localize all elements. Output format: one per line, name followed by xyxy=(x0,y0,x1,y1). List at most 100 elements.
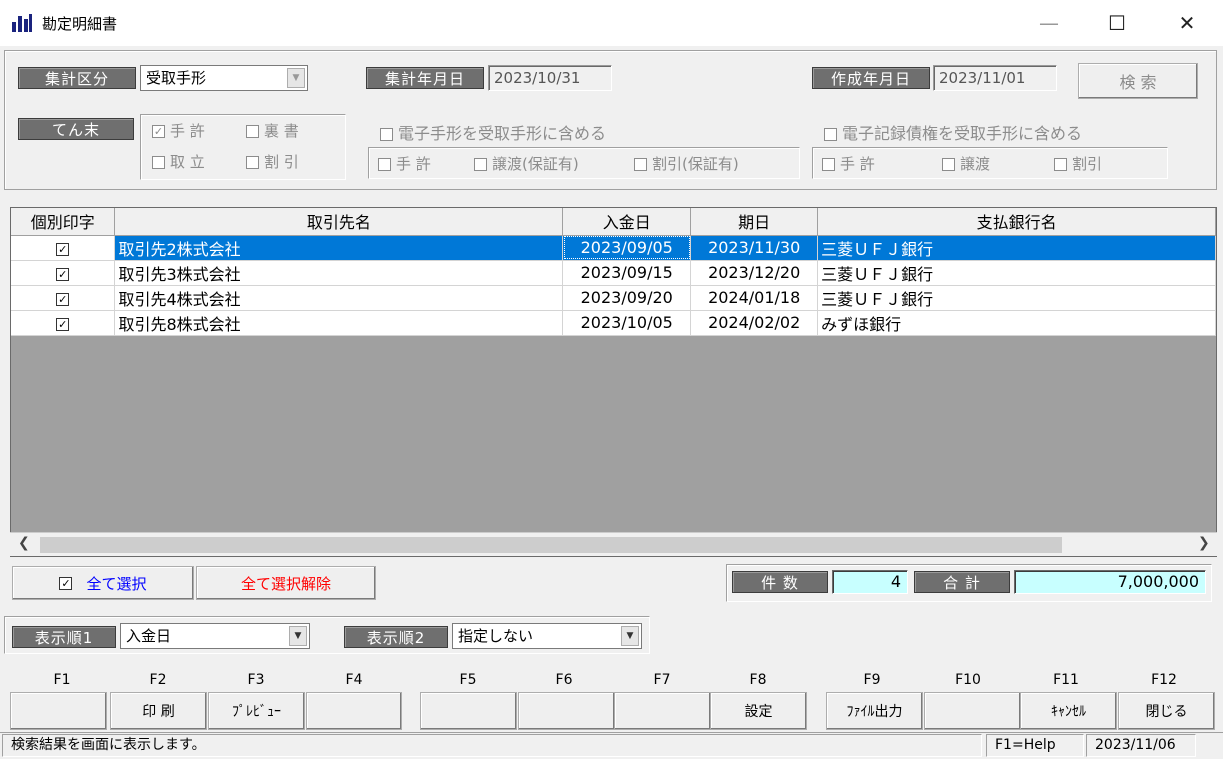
tenmatsu-label: てん末 xyxy=(18,118,134,140)
cell-nyukin[interactable]: 2023/09/05 xyxy=(562,235,692,261)
opt-tekyo[interactable]: ✓ 手 許 xyxy=(152,120,205,141)
checkbox-icon xyxy=(824,128,837,141)
fkey-button-f9[interactable]: ﾌｧｲﾙ出力 xyxy=(826,692,923,730)
include-e-note-checkbox[interactable]: 電子手形を受取手形に含める xyxy=(380,120,606,144)
cell-nyukin[interactable]: 2023/09/15 xyxy=(562,260,692,286)
fkey-label-f10: F10 xyxy=(955,672,981,688)
cell-bank[interactable]: 三菱ＵＦＪ銀行 xyxy=(817,235,1216,261)
search-button[interactable]: 検 索 xyxy=(1078,63,1198,99)
status-date: 2023/11/06 xyxy=(1086,734,1196,757)
row-checkbox[interactable]: ✓ xyxy=(11,285,116,311)
fkey-label-f8: F8 xyxy=(749,672,767,688)
cell-name[interactable]: 取引先3株式会社 xyxy=(114,260,564,286)
chevron-down-icon[interactable]: ▼ xyxy=(621,626,639,646)
sum-label: 合 計 xyxy=(914,571,1010,593)
row-checkbox[interactable]: ✓ xyxy=(11,260,116,286)
maximize-button[interactable]: ☐ xyxy=(1084,0,1150,46)
col-header-bank[interactable]: 支払銀行名 xyxy=(817,208,1216,236)
agg-date-field[interactable]: 2023/10/31 xyxy=(488,65,612,91)
order2-label: 表示順2 xyxy=(344,626,448,648)
col-header-print[interactable]: 個別印字 xyxy=(11,208,116,236)
fkey-label-f11: F11 xyxy=(1053,672,1079,688)
fkey-label-f5: F5 xyxy=(459,672,477,688)
header-row: 個別印字 取引先名 入金日 期日 支払銀行名 xyxy=(11,208,1216,236)
created-date-field[interactable]: 2023/11/01 xyxy=(933,65,1057,91)
cell-kijitsu[interactable]: 2024/01/18 xyxy=(690,285,819,311)
c-tekyo[interactable]: 手 許 xyxy=(822,153,875,174)
close-button[interactable]: ✕ xyxy=(1154,0,1220,46)
minimize-button[interactable]: — xyxy=(1016,0,1082,46)
c-jouto[interactable]: 譲渡 xyxy=(942,153,990,174)
cell-nyukin[interactable]: 2023/10/05 xyxy=(562,310,692,336)
cell-kijitsu[interactable]: 2023/11/30 xyxy=(690,235,819,261)
title-bar: 勘定明細書 — ☐ ✕ xyxy=(0,0,1223,46)
results-table: 個別印字 取引先名 入金日 期日 支払銀行名 ✓ 取引先2株式会社 2023/0… xyxy=(11,208,1216,336)
row-checkbox[interactable]: ✓ xyxy=(11,235,116,261)
checkbox-icon xyxy=(634,158,647,171)
e-tekyo[interactable]: 手 許 xyxy=(378,153,431,174)
check-icon: ✓ xyxy=(56,318,70,331)
col-header-nyukin[interactable]: 入金日 xyxy=(562,208,692,236)
opt-waribiki[interactable]: 割 引 xyxy=(246,151,299,172)
cell-kijitsu[interactable]: 2023/12/20 xyxy=(690,260,819,286)
fkey-button-f5[interactable] xyxy=(420,692,517,730)
cell-bank[interactable]: みずほ銀行 xyxy=(817,310,1216,336)
status-message: 検索結果を画面に表示します。 xyxy=(2,734,982,757)
scroll-left-icon[interactable]: ❮ xyxy=(18,535,30,551)
deselect-all-button[interactable]: 全て選択解除 xyxy=(196,566,376,600)
category-dropdown[interactable]: 受取手形 ▼ xyxy=(140,65,308,91)
e-waribiki[interactable]: 割引(保証有) xyxy=(634,153,739,174)
fkey-button-f8[interactable]: 設定 xyxy=(710,692,807,730)
fkey-button-f11[interactable]: ｷｬﾝｾﾙ xyxy=(1020,692,1117,730)
fkey-label-f3: F3 xyxy=(247,672,265,688)
include-e-claim-checkbox[interactable]: 電子記録債権を受取手形に含める xyxy=(824,120,1082,144)
chevron-down-icon[interactable]: ▼ xyxy=(287,68,305,88)
table-row[interactable]: ✓ 取引先3株式会社 2023/09/15 2023/12/20 三菱ＵＦＪ銀行 xyxy=(11,260,1216,286)
select-all-button[interactable]: ✓ 全て選択 xyxy=(12,566,194,600)
fkey-button-f6[interactable] xyxy=(518,692,615,730)
cell-name[interactable]: 取引先4株式会社 xyxy=(114,285,564,311)
check-icon: ✓ xyxy=(152,125,165,138)
horizontal-scrollbar[interactable]: ❮ ❯ xyxy=(10,532,1217,556)
checkbox-icon xyxy=(246,125,259,138)
app-chart-icon xyxy=(12,14,34,32)
cell-kijitsu[interactable]: 2024/02/02 xyxy=(690,310,819,336)
fkey-label-f7: F7 xyxy=(653,672,671,688)
fkey-button-f3[interactable]: ﾌﾟﾚﾋﾞｭｰ xyxy=(208,692,305,730)
order2-dropdown[interactable]: 指定しない ▼ xyxy=(452,623,642,649)
opt-ura[interactable]: 裏 書 xyxy=(246,120,299,141)
results-grid[interactable]: 個別印字 取引先名 入金日 期日 支払銀行名 ✓ 取引先2株式会社 2023/0… xyxy=(10,207,1217,557)
table-row[interactable]: ✓ 取引先2株式会社 2023/09/05 2023/11/30 三菱ＵＦＪ銀行 xyxy=(11,235,1216,261)
cell-nyukin[interactable]: 2023/09/20 xyxy=(562,285,692,311)
category-value: 受取手形 xyxy=(146,69,207,87)
col-header-kijitsu[interactable]: 期日 xyxy=(690,208,819,236)
fkey-button-f12[interactable]: 閉じる xyxy=(1118,692,1215,730)
cell-name[interactable]: 取引先2株式会社 xyxy=(114,235,564,261)
fkey-button-f10[interactable] xyxy=(924,692,1021,730)
checkbox-icon xyxy=(822,158,835,171)
opt-toritate[interactable]: 取 立 xyxy=(152,151,205,172)
scrollbar-thumb[interactable] xyxy=(40,537,1062,553)
order1-value: 入金日 xyxy=(126,627,172,645)
order1-dropdown[interactable]: 入金日 ▼ xyxy=(120,623,310,649)
col-header-name[interactable]: 取引先名 xyxy=(114,208,564,236)
fkey-button-f1[interactable] xyxy=(10,692,107,730)
table-row[interactable]: ✓ 取引先4株式会社 2023/09/20 2024/01/18 三菱ＵＦＪ銀行 xyxy=(11,285,1216,311)
scroll-right-icon[interactable]: ❯ xyxy=(1198,535,1210,551)
checkbox-icon xyxy=(152,156,165,169)
fkey-button-f2[interactable]: 印 刷 xyxy=(110,692,207,730)
fkey-label-f4: F4 xyxy=(345,672,363,688)
checkbox-icon xyxy=(1054,158,1067,171)
row-checkbox[interactable]: ✓ xyxy=(11,310,116,336)
check-icon: ✓ xyxy=(56,243,70,256)
cell-bank[interactable]: 三菱ＵＦＪ銀行 xyxy=(817,285,1216,311)
e-jouto[interactable]: 譲渡(保証有) xyxy=(474,153,579,174)
c-waribiki[interactable]: 割引 xyxy=(1054,153,1102,174)
table-row[interactable]: ✓ 取引先8株式会社 2023/10/05 2024/02/02 みずほ銀行 xyxy=(11,310,1216,336)
check-icon: ✓ xyxy=(59,576,73,590)
chevron-down-icon[interactable]: ▼ xyxy=(289,626,307,646)
cell-bank[interactable]: 三菱ＵＦＪ銀行 xyxy=(817,260,1216,286)
cell-name[interactable]: 取引先8株式会社 xyxy=(114,310,564,336)
fkey-button-f4[interactable] xyxy=(306,692,402,730)
fkey-button-f7[interactable] xyxy=(614,692,711,730)
